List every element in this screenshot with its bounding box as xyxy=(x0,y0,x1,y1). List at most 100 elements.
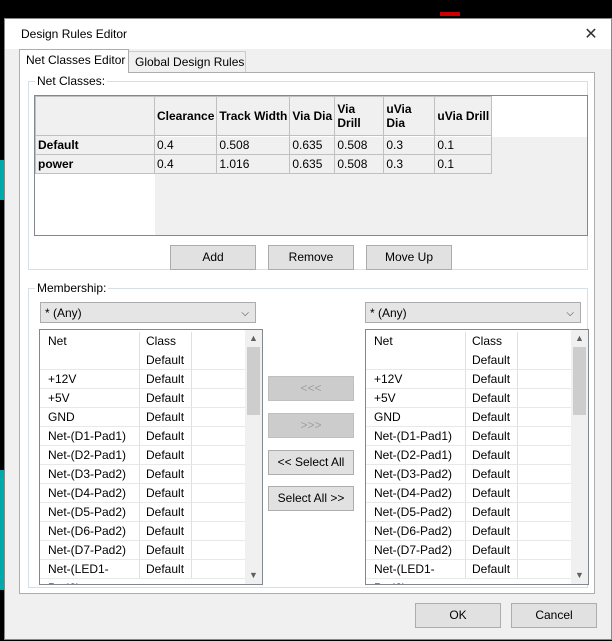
list-item[interactable]: +5V Default xyxy=(40,389,245,408)
list-item[interactable]: Net-(LED1-Pad2)Default xyxy=(40,560,245,584)
window-title: Design Rules Editor xyxy=(21,27,128,41)
scroll-up-icon[interactable]: ▲ xyxy=(245,330,262,347)
move-right-button[interactable]: >>> xyxy=(268,413,354,438)
cell-via-drill[interactable]: 0.508 xyxy=(334,135,385,155)
left-netclass-filter[interactable]: * (Any) ⌵ xyxy=(40,302,256,323)
remove-button[interactable]: Remove xyxy=(268,245,354,270)
net-name: Net-(D4-Pad2) xyxy=(366,484,466,503)
left-list-scrollbar[interactable]: ▲ ▼ xyxy=(245,330,262,584)
net-name: Net-(D1-Pad1) xyxy=(366,427,466,446)
col-header-uvia-drill[interactable]: uVia Drill xyxy=(434,96,493,136)
list-cell-empty xyxy=(518,560,571,579)
col-header-net[interactable]: Net xyxy=(40,332,140,351)
scroll-down-icon[interactable]: ▼ xyxy=(571,567,588,584)
list-item[interactable]: Net-(D7-Pad2) Default xyxy=(366,541,571,560)
scroll-up-icon[interactable]: ▲ xyxy=(571,330,588,347)
right-list-scrollbar[interactable]: ▲ ▼ xyxy=(571,330,588,584)
list-cell-empty xyxy=(192,541,245,560)
net-name: Net-(D1-Pad1) xyxy=(40,427,140,446)
list-item[interactable]: +12V Default xyxy=(40,370,245,389)
close-icon[interactable]: ✕ xyxy=(581,24,601,44)
tab-net-classes-editor[interactable]: Net Classes Editor xyxy=(19,49,129,73)
list-item[interactable]: Net-(D1-Pad1) Default xyxy=(366,427,571,446)
cell-via-dia[interactable]: 0.635 xyxy=(289,135,336,155)
col-header-via-dia[interactable]: Via Dia xyxy=(289,96,336,136)
cell-uvia-drill[interactable]: 0.1 xyxy=(434,154,493,174)
list-item[interactable]: Net-(D7-Pad2) Default xyxy=(40,541,245,560)
net-classes-grid[interactable]: Clearance Track Width Via Dia Via Drill … xyxy=(34,95,588,236)
net-name: Net-(D6-Pad2) xyxy=(366,522,466,541)
move-left-button[interactable]: <<< xyxy=(268,376,354,401)
list-item[interactable]: Net-(D4-Pad2) Default xyxy=(366,484,571,503)
net-name xyxy=(40,351,140,370)
net-class: Default xyxy=(140,560,192,579)
net-class: Default xyxy=(140,370,192,389)
net-name: Net-(D4-Pad2) xyxy=(40,484,140,503)
list-item[interactable]: Net-(D3-Pad2) Default xyxy=(40,465,245,484)
cell-clearance[interactable]: 0.4 xyxy=(153,135,218,155)
list-cell-empty xyxy=(518,484,571,503)
list-item[interactable]: GND Default xyxy=(40,408,245,427)
list-item[interactable]: Net-(D5-Pad2) Default xyxy=(366,503,571,522)
net-class: Default xyxy=(466,370,518,389)
row-label[interactable]: power xyxy=(35,154,155,174)
list-item[interactable]: Net-(D2-Pad1) Default xyxy=(40,446,245,465)
cell-clearance[interactable]: 0.4 xyxy=(153,154,218,174)
net-classes-label: Net Classes: xyxy=(35,74,108,88)
scroll-down-icon[interactable]: ▼ xyxy=(245,567,262,584)
left-net-list[interactable]: Net Class Default +12V Default +5V Default GND… xyxy=(39,329,263,585)
net-class: Default xyxy=(466,427,518,446)
net-name: Net-(D5-Pad2) xyxy=(40,503,140,522)
net-class: Default xyxy=(140,351,192,370)
list-header: Net Class xyxy=(366,332,571,351)
net-name: Net-(D2-Pad1) xyxy=(366,446,466,465)
cell-via-dia[interactable]: 0.635 xyxy=(289,154,336,174)
cell-track-width[interactable]: 1.016 xyxy=(216,154,291,174)
cancel-button[interactable]: Cancel xyxy=(511,603,597,628)
select-all-right-button[interactable]: Select All >> xyxy=(268,486,354,511)
col-header-class[interactable]: Class xyxy=(466,332,518,351)
list-item[interactable]: Default xyxy=(366,351,571,370)
list-item[interactable]: Net-(D2-Pad1) Default xyxy=(366,446,571,465)
col-header-net[interactable]: Net xyxy=(366,332,466,351)
col-header-via-drill[interactable]: Via Drill xyxy=(334,96,385,136)
net-class: Default xyxy=(466,465,518,484)
net-name: +5V xyxy=(40,389,140,408)
list-item[interactable]: +12V Default xyxy=(366,370,571,389)
list-item[interactable]: +5V Default xyxy=(366,389,571,408)
cell-uvia-dia[interactable]: 0.3 xyxy=(383,154,436,174)
move-up-button[interactable]: Move Up xyxy=(366,245,452,270)
list-item[interactable]: Net-(D4-Pad2) Default xyxy=(40,484,245,503)
table-row[interactable]: Default 0.4 0.508 0.635 0.508 0.3 0.1 xyxy=(35,135,493,155)
net-name: Net-(D7-Pad2) xyxy=(40,541,140,560)
col-header-class[interactable]: Class xyxy=(140,332,192,351)
cell-track-width[interactable]: 0.508 xyxy=(216,135,291,155)
right-netclass-filter[interactable]: * (Any) ⌵ xyxy=(365,302,581,323)
list-item[interactable]: Net-(D6-Pad2) Default xyxy=(366,522,571,541)
list-item[interactable]: Net-(D5-Pad2) Default xyxy=(40,503,245,522)
list-item[interactable]: Default xyxy=(40,351,245,370)
list-item[interactable]: Net-(D1-Pad1) Default xyxy=(40,427,245,446)
cell-uvia-drill[interactable]: 0.1 xyxy=(434,135,493,155)
scroll-thumb[interactable] xyxy=(247,347,260,415)
add-button[interactable]: Add xyxy=(170,245,256,270)
cell-uvia-dia[interactable]: 0.3 xyxy=(383,135,436,155)
col-header-uvia-dia[interactable]: uVia Dia xyxy=(383,96,436,136)
tab-global-design-rules[interactable]: Global Design Rules xyxy=(128,51,246,72)
col-header-clearance[interactable]: Clearance xyxy=(153,96,218,136)
list-item[interactable]: GND Default xyxy=(366,408,571,427)
list-cell-empty xyxy=(518,541,571,560)
list-item[interactable]: Net-(D6-Pad2) Default xyxy=(40,522,245,541)
ok-button[interactable]: OK xyxy=(415,603,501,628)
scroll-thumb[interactable] xyxy=(573,347,586,415)
col-header-track-width[interactable]: Track Width xyxy=(216,96,291,136)
row-label[interactable]: Default xyxy=(35,135,155,155)
select-all-left-button[interactable]: << Select All xyxy=(268,450,354,475)
list-cell-empty xyxy=(192,389,245,408)
table-row[interactable]: power 0.4 1.016 0.635 0.508 0.3 0.1 xyxy=(35,154,493,174)
title-bar[interactable]: Design Rules Editor ✕ xyxy=(5,19,611,49)
list-item[interactable]: Net-(LED1-Pad2)Default xyxy=(366,560,571,584)
list-item[interactable]: Net-(D3-Pad2) Default xyxy=(366,465,571,484)
cell-via-drill[interactable]: 0.508 xyxy=(334,154,385,174)
right-net-list[interactable]: Net Class Default +12V Default +5V Default GND… xyxy=(365,329,589,585)
